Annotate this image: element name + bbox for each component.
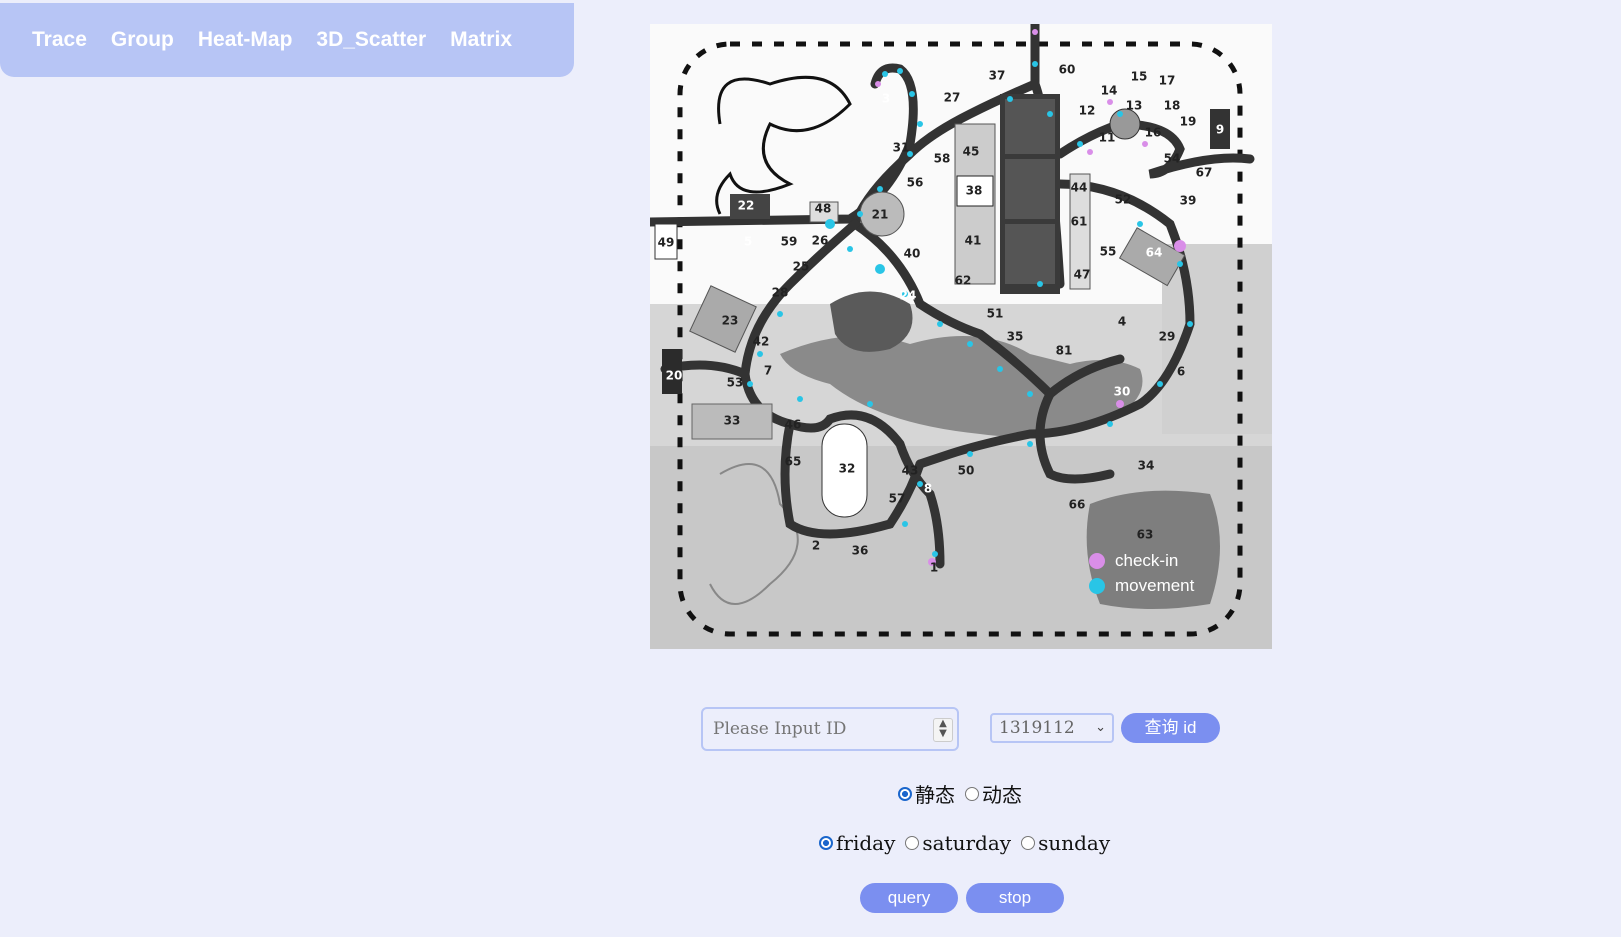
svg-text:49: 49	[658, 236, 675, 250]
day-radio-group: friday saturday sunday	[819, 831, 1120, 855]
svg-text:9: 9	[1216, 123, 1224, 137]
svg-text:32: 32	[839, 462, 856, 476]
radio-static[interactable]	[898, 786, 912, 801]
park-map: 1 2 3 4 5 6 7 8 9 11 12 13 14 15 16 17 1…	[650, 24, 1272, 649]
svg-text:3: 3	[882, 92, 890, 106]
svg-text:44: 44	[1071, 181, 1088, 195]
svg-text:21: 21	[872, 208, 889, 222]
legend-movement-label: movement	[1115, 576, 1195, 595]
svg-text:11: 11	[1099, 131, 1116, 145]
svg-text:26: 26	[812, 234, 829, 248]
top-nav: Trace Group Heat-Map 3D_Scatter Matrix	[0, 3, 574, 77]
radio-friday[interactable]	[819, 836, 833, 850]
svg-text:65: 65	[785, 455, 802, 469]
query-button[interactable]: query	[860, 883, 958, 913]
id-select-value: 1319112	[999, 718, 1075, 738]
svg-text:25: 25	[793, 260, 810, 274]
nav-matrix[interactable]: Matrix	[450, 28, 512, 52]
svg-text:8: 8	[924, 482, 932, 496]
svg-text:2: 2	[812, 539, 820, 553]
radio-sunday[interactable]	[1021, 836, 1036, 850]
legend-checkin-swatch	[1089, 553, 1105, 569]
svg-text:13: 13	[1126, 99, 1143, 113]
svg-text:38: 38	[966, 184, 983, 198]
svg-text:45: 45	[963, 145, 980, 159]
svg-text:16: 16	[1145, 126, 1162, 140]
nav-trace[interactable]: Trace	[32, 28, 87, 52]
nav-group[interactable]: Group	[111, 28, 174, 52]
svg-text:43: 43	[902, 464, 919, 478]
svg-text:57: 57	[889, 492, 906, 506]
svg-text:66: 66	[1069, 498, 1086, 512]
svg-text:67: 67	[1196, 166, 1213, 180]
legend-movement-swatch	[1089, 578, 1105, 594]
radio-dynamic[interactable]	[965, 786, 979, 801]
svg-text:5: 5	[744, 235, 752, 249]
svg-text:59: 59	[781, 235, 798, 249]
svg-text:6: 6	[1177, 365, 1185, 379]
svg-text:30: 30	[1114, 385, 1131, 399]
mode-radio-group: 静态 动态	[898, 779, 1032, 808]
svg-text:19: 19	[1180, 115, 1197, 129]
svg-text:81: 81	[1056, 344, 1073, 358]
zone-east	[1162, 244, 1272, 434]
day-option-friday[interactable]: friday	[819, 831, 895, 855]
svg-text:37: 37	[989, 69, 1006, 83]
svg-text:17: 17	[1159, 74, 1176, 88]
svg-text:42: 42	[753, 335, 770, 349]
svg-text:22: 22	[738, 199, 755, 213]
svg-text:31: 31	[893, 141, 910, 155]
svg-text:33: 33	[724, 414, 741, 428]
chevron-down-icon: ⌄	[1095, 720, 1106, 735]
day-option-sunday[interactable]: sunday	[1021, 831, 1110, 855]
day-option-saturday[interactable]: saturday	[905, 831, 1011, 855]
svg-text:12: 12	[1079, 104, 1096, 118]
svg-text:48: 48	[815, 202, 832, 216]
svg-text:35: 35	[1007, 330, 1024, 344]
stop-button[interactable]: stop	[966, 883, 1064, 913]
svg-text:34: 34	[1138, 459, 1155, 473]
svg-text:1: 1	[930, 561, 938, 575]
svg-text:58: 58	[934, 152, 951, 166]
svg-text:20: 20	[666, 369, 683, 383]
svg-text:55: 55	[1100, 245, 1117, 259]
svg-text:51: 51	[987, 307, 1004, 321]
svg-text:28: 28	[772, 286, 789, 300]
mode-option-static[interactable]: 静态	[898, 779, 955, 808]
svg-text:7: 7	[764, 364, 772, 378]
id-stepper[interactable]: ▲ ▼	[933, 718, 953, 742]
svg-text:63: 63	[1137, 528, 1154, 542]
svg-text:4: 4	[1118, 315, 1126, 329]
nav-heat-map[interactable]: Heat-Map	[198, 28, 293, 52]
svg-text:14: 14	[1101, 84, 1118, 98]
query-id-button[interactable]: 查询 id	[1121, 713, 1220, 743]
svg-text:56: 56	[907, 176, 924, 190]
svg-text:64: 64	[1146, 246, 1163, 260]
svg-text:18: 18	[1164, 99, 1181, 113]
svg-text:53: 53	[727, 376, 744, 390]
svg-text:39: 39	[1180, 194, 1197, 208]
svg-text:50: 50	[958, 464, 975, 478]
svg-text:23: 23	[722, 314, 739, 328]
radio-saturday[interactable]	[905, 836, 920, 850]
svg-text:47: 47	[1074, 268, 1091, 282]
svg-text:60: 60	[1059, 63, 1076, 77]
svg-text:24: 24	[900, 289, 917, 303]
svg-text:36: 36	[852, 544, 869, 558]
svg-text:15: 15	[1131, 70, 1148, 84]
id-input[interactable]	[701, 707, 959, 751]
id-select[interactable]: 1319112 ⌄	[990, 713, 1114, 743]
svg-text:62: 62	[955, 274, 972, 288]
legend-checkin-label: check-in	[1115, 551, 1178, 570]
svg-text:41: 41	[965, 234, 982, 248]
nav-3d-scatter[interactable]: 3D_Scatter	[316, 28, 426, 52]
svg-text:46: 46	[785, 418, 802, 432]
svg-text:52: 52	[1115, 193, 1132, 207]
svg-text:40: 40	[904, 247, 921, 261]
mode-option-dynamic[interactable]: 动态	[965, 779, 1022, 808]
svg-text:61: 61	[1071, 215, 1088, 229]
svg-text:54: 54	[1164, 152, 1181, 166]
svg-text:27: 27	[944, 91, 961, 105]
svg-text:29: 29	[1159, 330, 1176, 344]
